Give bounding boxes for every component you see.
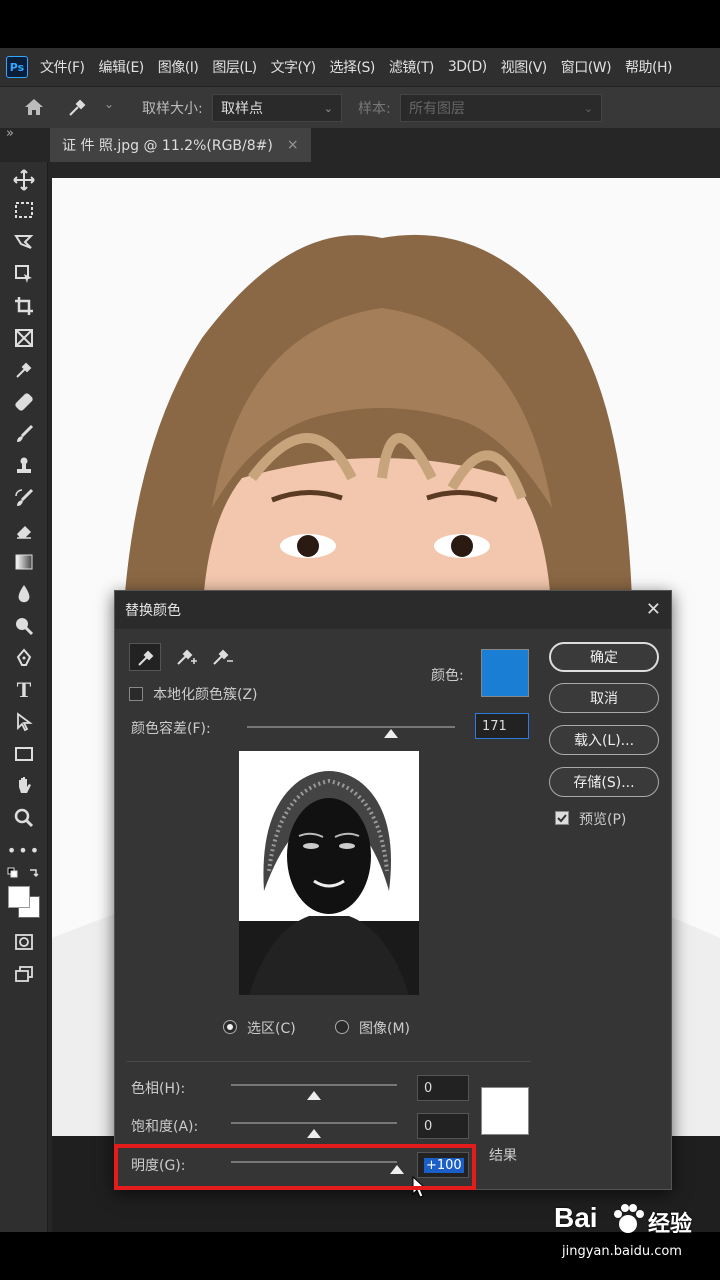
dodge-tool-icon[interactable] [8,612,40,640]
result-label: 结果 [489,1148,517,1164]
save-button[interactable]: 存储(S)... [549,767,659,797]
menu-window[interactable]: 窗口(W) [561,57,612,77]
hue-slider-track[interactable] [231,1084,397,1086]
collapse-panels-icon[interactable]: » [6,126,14,141]
color-swatches-icon[interactable] [6,884,42,920]
result-swatch[interactable] [481,1087,529,1135]
eyedropper-tool-icon[interactable] [64,95,90,119]
hue-label: 色相(H): [131,1081,186,1097]
document-tab-title: 证 件 照.jpg @ 11.2%(RGB/8#) [62,138,273,154]
sample-select[interactable]: 所有图层 ⌄ [400,94,602,122]
frame-tool-icon[interactable] [8,324,40,352]
document-tab-bar: » 证 件 照.jpg @ 11.2%(RGB/8#) × [0,126,720,162]
quick-mask-icon[interactable] [8,928,40,956]
preview-label: 预览(P) [579,812,627,828]
chevron-down-icon: ⌄ [323,101,333,115]
fuzziness-input[interactable]: 171 [475,713,529,739]
selection-preview [239,751,419,995]
cancel-button[interactable]: 取消 [549,683,659,713]
gradient-tool-icon[interactable] [8,548,40,576]
dialog-title-bar: 替换颜色 [115,591,671,629]
options-bar: ⌄ 取样大小: 取样点 ⌄ 样本: 所有图层 ⌄ [0,86,720,128]
image-radio[interactable] [335,1020,349,1034]
menu-3d[interactable]: 3D(D) [448,59,487,75]
photoshop-logo: Ps [6,56,28,78]
toolbox: T ••• [0,162,48,1232]
image-radio-label: 图像(M) [359,1021,411,1037]
brush-tool-icon[interactable] [8,420,40,448]
saturation-input[interactable]: 0 [417,1113,469,1139]
blur-tool-icon[interactable] [8,580,40,608]
eraser-tool-icon[interactable] [8,516,40,544]
menu-select[interactable]: 选择(S) [330,57,376,77]
menu-edit[interactable]: 编辑(E) [98,57,144,77]
menu-layer[interactable]: 图层(L) [212,57,257,77]
color-label: 颜色: [431,668,464,684]
menu-view[interactable]: 视图(V) [501,57,548,77]
zoom-tool-icon[interactable] [8,804,40,832]
menu-type[interactable]: 文字(Y) [271,57,316,77]
lasso-tool-icon[interactable] [8,228,40,256]
chevron-down-icon: ⌄ [583,101,593,115]
fuzziness-slider-track[interactable] [247,726,455,728]
menu-help[interactable]: 帮助(H) [625,57,672,77]
paw-logo-icon [610,1202,646,1236]
move-tool-icon[interactable] [8,166,40,194]
menu-file[interactable]: 文件(F) [40,57,85,77]
replace-color-dialog: 替换颜色 ✕ 颜色: 本地化颜色簇(Z) 颜色容差(F): 171 选区(C) … [114,590,672,1190]
menu-image[interactable]: 图像(I) [158,57,199,77]
menu-filter[interactable]: 滤镜(T) [389,57,434,77]
history-brush-icon[interactable] [8,484,40,512]
baidu-jingyan-watermark: Bai 经验 jingyan.baidu.com [554,1202,693,1259]
load-button[interactable]: 载入(L)... [549,725,659,755]
chevron-down-icon[interactable]: ⌄ [104,97,114,111]
color-swatch[interactable] [481,649,529,697]
preview-checkbox[interactable] [555,811,569,825]
divider [127,1061,531,1062]
hue-input[interactable]: 0 [417,1075,469,1101]
eyedropper-add-icon[interactable] [169,643,201,671]
marquee-tool-icon[interactable] [8,196,40,224]
sample-size-label: 取样大小: [142,101,203,117]
path-select-tool-icon[interactable] [8,708,40,736]
document-tab[interactable]: 证 件 照.jpg @ 11.2%(RGB/8#) × [50,128,311,162]
close-icon[interactable]: ✕ [646,599,661,620]
dialog-title: 替换颜色 [125,603,181,619]
eyedropper-subtract-icon[interactable] [205,643,237,671]
home-icon[interactable] [22,96,46,118]
rectangle-tool-icon[interactable] [8,740,40,768]
menu-bar: Ps 文件(F) 编辑(E) 图像(I) 图层(L) 文字(Y) 选择(S) 滤… [0,48,720,86]
saturation-slider-thumb[interactable] [307,1129,321,1138]
saturation-slider-track[interactable] [231,1122,397,1124]
fuzziness-label: 颜色容差(F): [131,721,211,737]
localized-color-checkbox[interactable] [129,687,143,701]
clone-stamp-icon[interactable] [8,452,40,480]
selection-radio[interactable] [223,1020,237,1034]
eyedropper-icon[interactable] [129,643,161,671]
sample-label: 样本: [358,101,391,117]
more-tools-icon[interactable]: ••• [7,836,40,864]
swap-colors-icon[interactable] [6,864,42,884]
type-tool-icon[interactable]: T [8,676,40,704]
pen-tool-icon[interactable] [8,644,40,672]
eyedropper-icon[interactable] [8,356,40,384]
highlight-annotation [114,1144,476,1190]
close-tab-icon[interactable]: × [287,137,299,153]
healing-brush-icon[interactable] [8,388,40,416]
hue-slider-thumb[interactable] [307,1091,321,1100]
sample-size-select[interactable]: 取样点 ⌄ [212,94,342,122]
ok-button[interactable]: 确定 [549,642,659,672]
localized-color-label: 本地化颜色簇(Z) [153,687,258,703]
hand-tool-icon[interactable] [8,772,40,800]
object-select-tool-icon[interactable] [8,260,40,288]
fuzziness-slider-thumb[interactable] [383,729,398,738]
selection-radio-label: 选区(C) [247,1021,296,1037]
crop-tool-icon[interactable] [8,292,40,320]
screen-mode-icon[interactable] [8,960,40,988]
saturation-label: 饱和度(A): [131,1119,199,1135]
